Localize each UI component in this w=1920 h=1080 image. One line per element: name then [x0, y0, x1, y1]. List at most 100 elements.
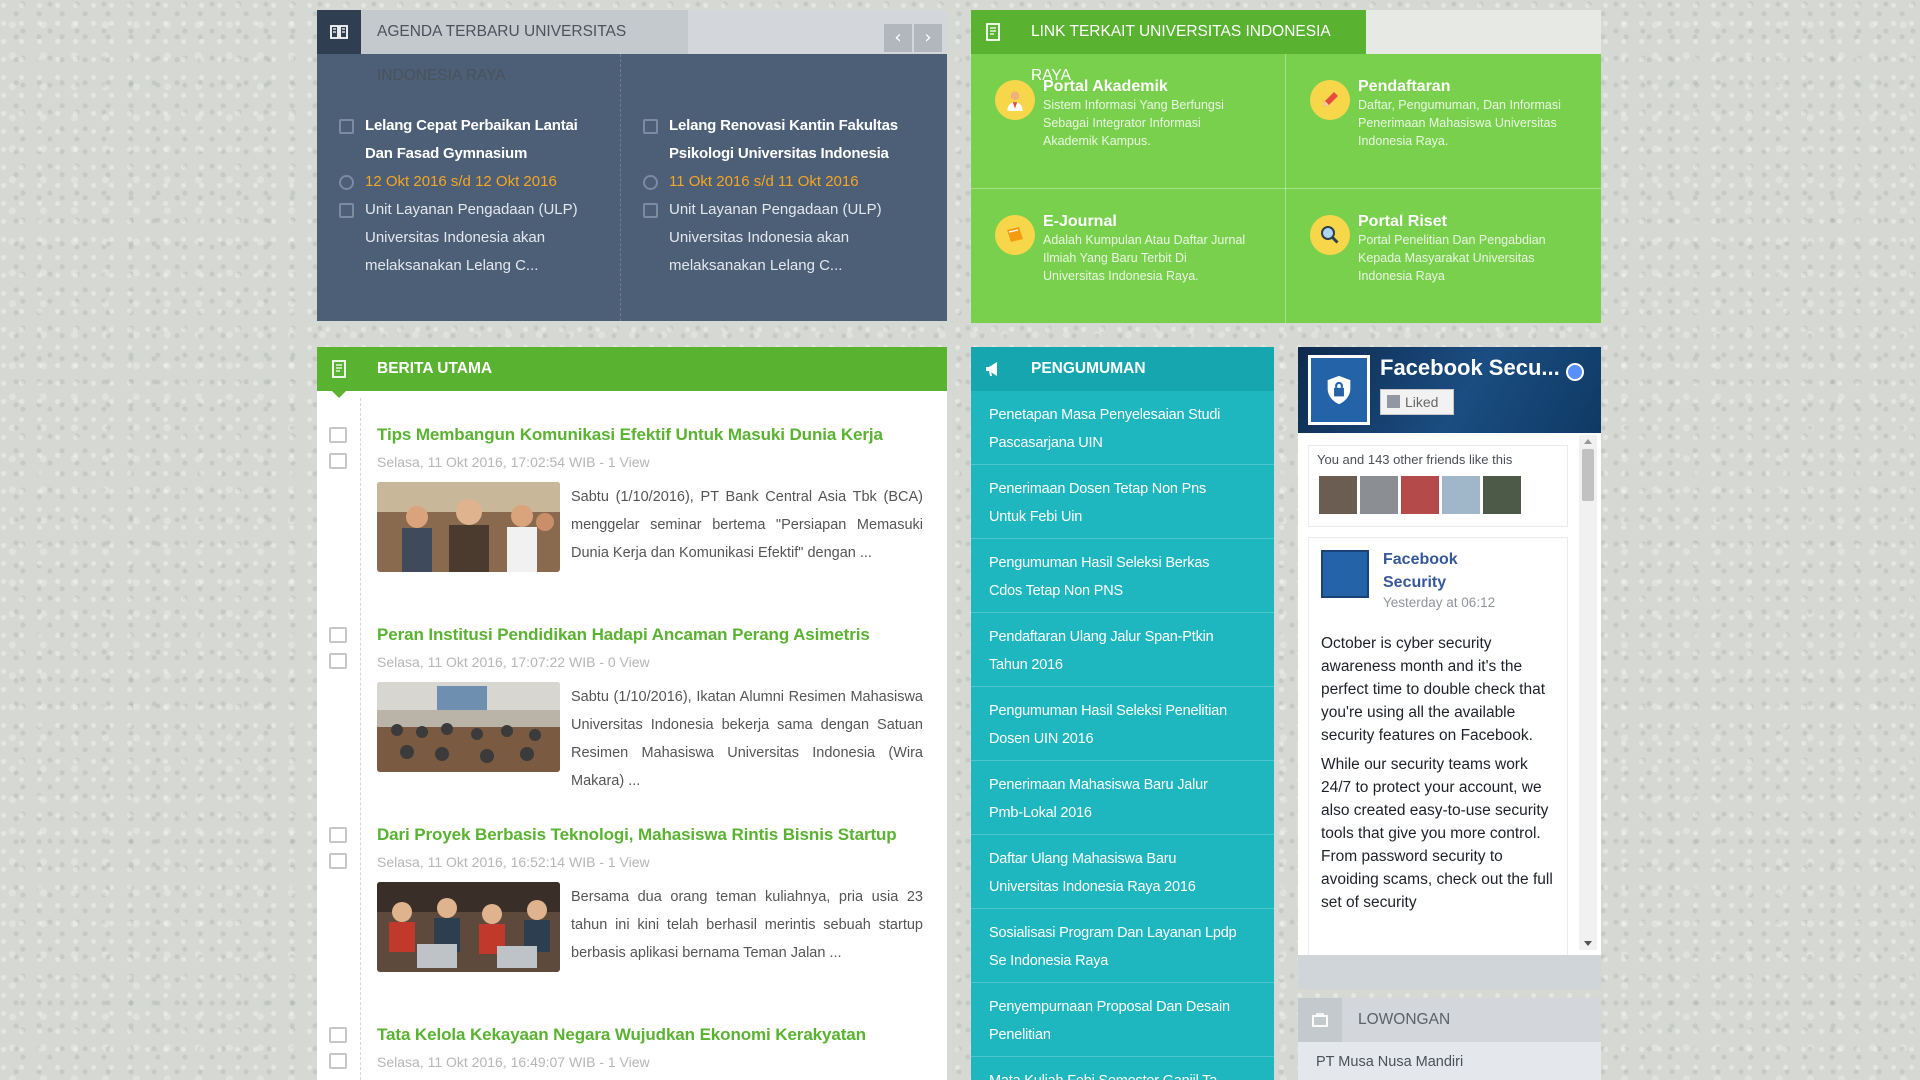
announcement-text[interactable]: Cdos Tetap Non PNS — [989, 577, 1262, 605]
announcement-text[interactable]: Dosen UIN 2016 — [989, 725, 1262, 753]
post-author-name-line[interactable]: Security — [1383, 571, 1503, 594]
widget-scrollbar[interactable] — [1579, 435, 1597, 950]
liked-button[interactable]: Liked — [1380, 389, 1454, 415]
facebook-security-logo[interactable] — [1308, 355, 1370, 425]
agenda-item[interactable]: Lelang Renovasi Kantin Fakultas Psikolog… — [620, 54, 923, 321]
post-author-name-line[interactable]: Facebook — [1383, 548, 1503, 571]
agenda-item-desc-cont: melaksanakan Lelang C... — [365, 257, 539, 274]
agenda-item-desc-cont: Universitas Indonesia akan — [669, 229, 850, 246]
friends-like-box: You and 143 other friends like this — [1308, 445, 1568, 527]
link-portal-akademik[interactable]: Portal Akademik Sistem Informasi Yang Be… — [971, 54, 1285, 188]
news-item-excerpt: Sabtu (1/10/2016), Ikatan Alumni Resimen… — [571, 689, 923, 789]
book-icon — [317, 10, 361, 54]
announcement-text[interactable]: Penetapan Masa Penyelesaian Studi — [989, 401, 1262, 429]
agenda-item-title[interactable]: Lelang Renovasi Kantin Fakultas — [669, 117, 898, 134]
announcement-item[interactable]: Pendaftaran Ulang Jalur Span-Ptkin Tahun … — [971, 613, 1274, 687]
announcement-item[interactable]: Pengumuman Hasil Seleksi Penelitian Dosen… — [971, 687, 1274, 761]
announcement-text[interactable]: Untuk Febi Uin — [989, 503, 1262, 531]
calendar-icon — [329, 1053, 347, 1069]
job-item[interactable]: PT Musa Nusa Mandiri — [1316, 1054, 1463, 1070]
announcement-text[interactable]: Daftar Ulang Mahasiswa Baru — [989, 845, 1262, 873]
news-item-title[interactable]: Dari Proyek Berbasis Teknologi, Mahasisw… — [377, 825, 897, 845]
agenda-item-title-cont[interactable]: Dan Fasad Gymnasium — [365, 145, 527, 162]
agenda-item[interactable]: Lelang Cepat Perbaikan Lantai Dan Fasad … — [317, 54, 620, 321]
announcement-text[interactable]: Pendaftaran Ulang Jalur Span-Ptkin — [989, 623, 1262, 651]
journal-icon — [995, 215, 1035, 255]
scroll-up-icon[interactable] — [1584, 439, 1592, 444]
agenda-header: AGENDA TERBARU UNIVERSITAS INDONESIA RAY… — [317, 10, 947, 84]
link-desc: Sebagai Integrator Informasi — [1043, 116, 1201, 130]
news-item-title[interactable]: Tips Membangun Komunikasi Efektif Untuk … — [377, 425, 883, 445]
link-title[interactable]: Portal Riset — [1358, 213, 1592, 231]
scroll-down-icon[interactable] — [1584, 941, 1592, 946]
announcement-item[interactable]: Penerimaan Dosen Tetap Non Pns Untuk Febi… — [971, 465, 1274, 539]
news-thumbnail[interactable] — [377, 482, 560, 572]
post-timestamp[interactable]: Yesterday at 06:12 — [1383, 595, 1495, 610]
student-icon — [995, 80, 1035, 120]
announcement-text[interactable]: Mata Kuliah Febi Semester Ganjil Ta — [989, 1067, 1262, 1080]
jobs-panel: LOWONGAN PT Musa Nusa Mandiri — [1298, 998, 1601, 1080]
announcement-item[interactable]: Daftar Ulang Mahasiswa Baru Universitas I… — [971, 835, 1274, 909]
announcement-text[interactable]: Tahun 2016 — [989, 651, 1262, 679]
announcement-text[interactable]: Pmb-Lokal 2016 — [989, 799, 1262, 827]
facebook-page-widget: Facebook Secu... Liked You and 143 other… — [1298, 347, 1601, 955]
scrollbar-thumb[interactable] — [1582, 449, 1594, 501]
news-item-title[interactable]: Peran Institusi Pendidikan Hadapi Ancama… — [377, 625, 870, 645]
news-item-meta: Selasa, 11 Okt 2016, 16:49:07 WIB - 1 Vi… — [377, 1054, 650, 1070]
news-item-meta: Selasa, 11 Okt 2016, 16:52:14 WIB - 1 Vi… — [377, 854, 650, 870]
link-title[interactable]: E-Journal — [1043, 213, 1277, 231]
newspaper-icon — [329, 427, 347, 443]
announcement-item[interactable]: Penetapan Masa Penyelesaian Studi Pascasa… — [971, 391, 1274, 465]
link-desc: Sistem Informasi Yang Berfungsi — [1043, 98, 1224, 112]
pencil-icon — [1310, 80, 1350, 120]
link-e-journal[interactable]: E-Journal Adalah Kumpulan Atau Daftar Ju… — [971, 189, 1285, 323]
link-title[interactable]: Pendaftaran — [1358, 78, 1592, 96]
friend-avatar[interactable] — [1319, 476, 1357, 514]
post-author-avatar[interactable] — [1321, 550, 1369, 598]
agenda-item-title[interactable]: Lelang Cepat Perbaikan Lantai — [365, 117, 578, 134]
facebook-page-name[interactable]: Facebook Secu... — [1380, 355, 1560, 381]
friend-avatar[interactable] — [1360, 476, 1398, 514]
announcements-panel: PENGUMUMAN Penetapan Masa Penyelesaian S… — [971, 347, 1274, 1080]
document-icon — [643, 119, 658, 134]
announcement-text[interactable]: Se Indonesia Raya — [989, 947, 1262, 975]
facebook-cover[interactable]: Facebook Secu... Liked — [1298, 347, 1601, 433]
jobs-title: LOWONGAN — [1358, 1011, 1451, 1028]
link-desc: Akademik Kampus. — [1043, 134, 1151, 148]
announcement-text[interactable]: Universitas Indonesia Raya 2016 — [989, 873, 1262, 901]
link-portal-riset[interactable]: Portal Riset Portal Penelitian Dan Penga… — [1286, 189, 1600, 323]
announcement-text[interactable]: Pengumuman Hasil Seleksi Berkas — [989, 549, 1262, 577]
announcement-item[interactable]: Penyempurnaan Proposal Dan Desain Penelit… — [971, 983, 1274, 1057]
announcement-text[interactable]: Penyempurnaan Proposal Dan Desain — [989, 993, 1262, 1021]
friend-avatar[interactable] — [1401, 476, 1439, 514]
agenda-item-title-cont[interactable]: Psikologi Universitas Indonesia — [669, 145, 889, 162]
friends-like-text: You and 143 other friends like this — [1317, 452, 1513, 467]
link-pendaftaran[interactable]: Pendaftaran Daftar, Pengumuman, Dan Info… — [1286, 54, 1600, 188]
announcement-text[interactable]: Penerimaan Dosen Tetap Non Pns — [989, 475, 1262, 503]
post-author-name[interactable]: Facebook Security — [1383, 548, 1503, 594]
friend-avatar[interactable] — [1483, 476, 1521, 514]
news-icon — [317, 347, 361, 391]
friend-avatar[interactable] — [1442, 476, 1480, 514]
news-item-title[interactable]: Tata Kelola Kekayaan Negara Wujudkan Eko… — [377, 1025, 866, 1045]
news-thumbnail[interactable] — [377, 682, 560, 772]
prev-arrow-icon[interactable]: ‹ — [884, 24, 912, 52]
link-title[interactable]: Portal Akademik — [1043, 78, 1277, 96]
links-header: LINK TERKAIT UNIVERSITAS INDONESIA RAYA — [971, 10, 1601, 84]
location-icon — [643, 203, 658, 218]
announcement-text[interactable]: Penerimaan Mahasiswa Baru Jalur — [989, 771, 1262, 799]
news-item-excerpt: Sabtu (1/10/2016), PT Bank Central Asia … — [571, 489, 923, 561]
announcement-text[interactable]: Sosialisasi Program Dan Layanan Lpdp — [989, 919, 1262, 947]
announcement-item[interactable]: Pengumuman Hasil Seleksi Berkas Cdos Teta… — [971, 539, 1274, 613]
announcement-text[interactable]: Pascasarjana UIN — [989, 429, 1262, 457]
announcement-text[interactable]: Penelitian — [989, 1021, 1262, 1049]
announcement-text[interactable]: Pengumuman Hasil Seleksi Penelitian — [989, 697, 1262, 725]
next-arrow-icon[interactable]: › — [914, 24, 942, 52]
announcement-item[interactable]: Sosialisasi Program Dan Layanan Lpdp Se I… — [971, 909, 1274, 983]
jobs-header: LOWONGAN — [1298, 998, 1601, 1042]
announcement-item[interactable]: Penerimaan Mahasiswa Baru Jalur Pmb-Lokal… — [971, 761, 1274, 835]
news-item-meta: Selasa, 11 Okt 2016, 17:02:54 WIB - 1 Vi… — [377, 454, 650, 470]
announcement-item[interactable]: Mata Kuliah Febi Semester Ganjil Ta — [971, 1057, 1274, 1080]
news-thumbnail[interactable] — [377, 882, 560, 972]
agenda-title: AGENDA TERBARU UNIVERSITAS INDONESIA RAY… — [361, 10, 688, 84]
